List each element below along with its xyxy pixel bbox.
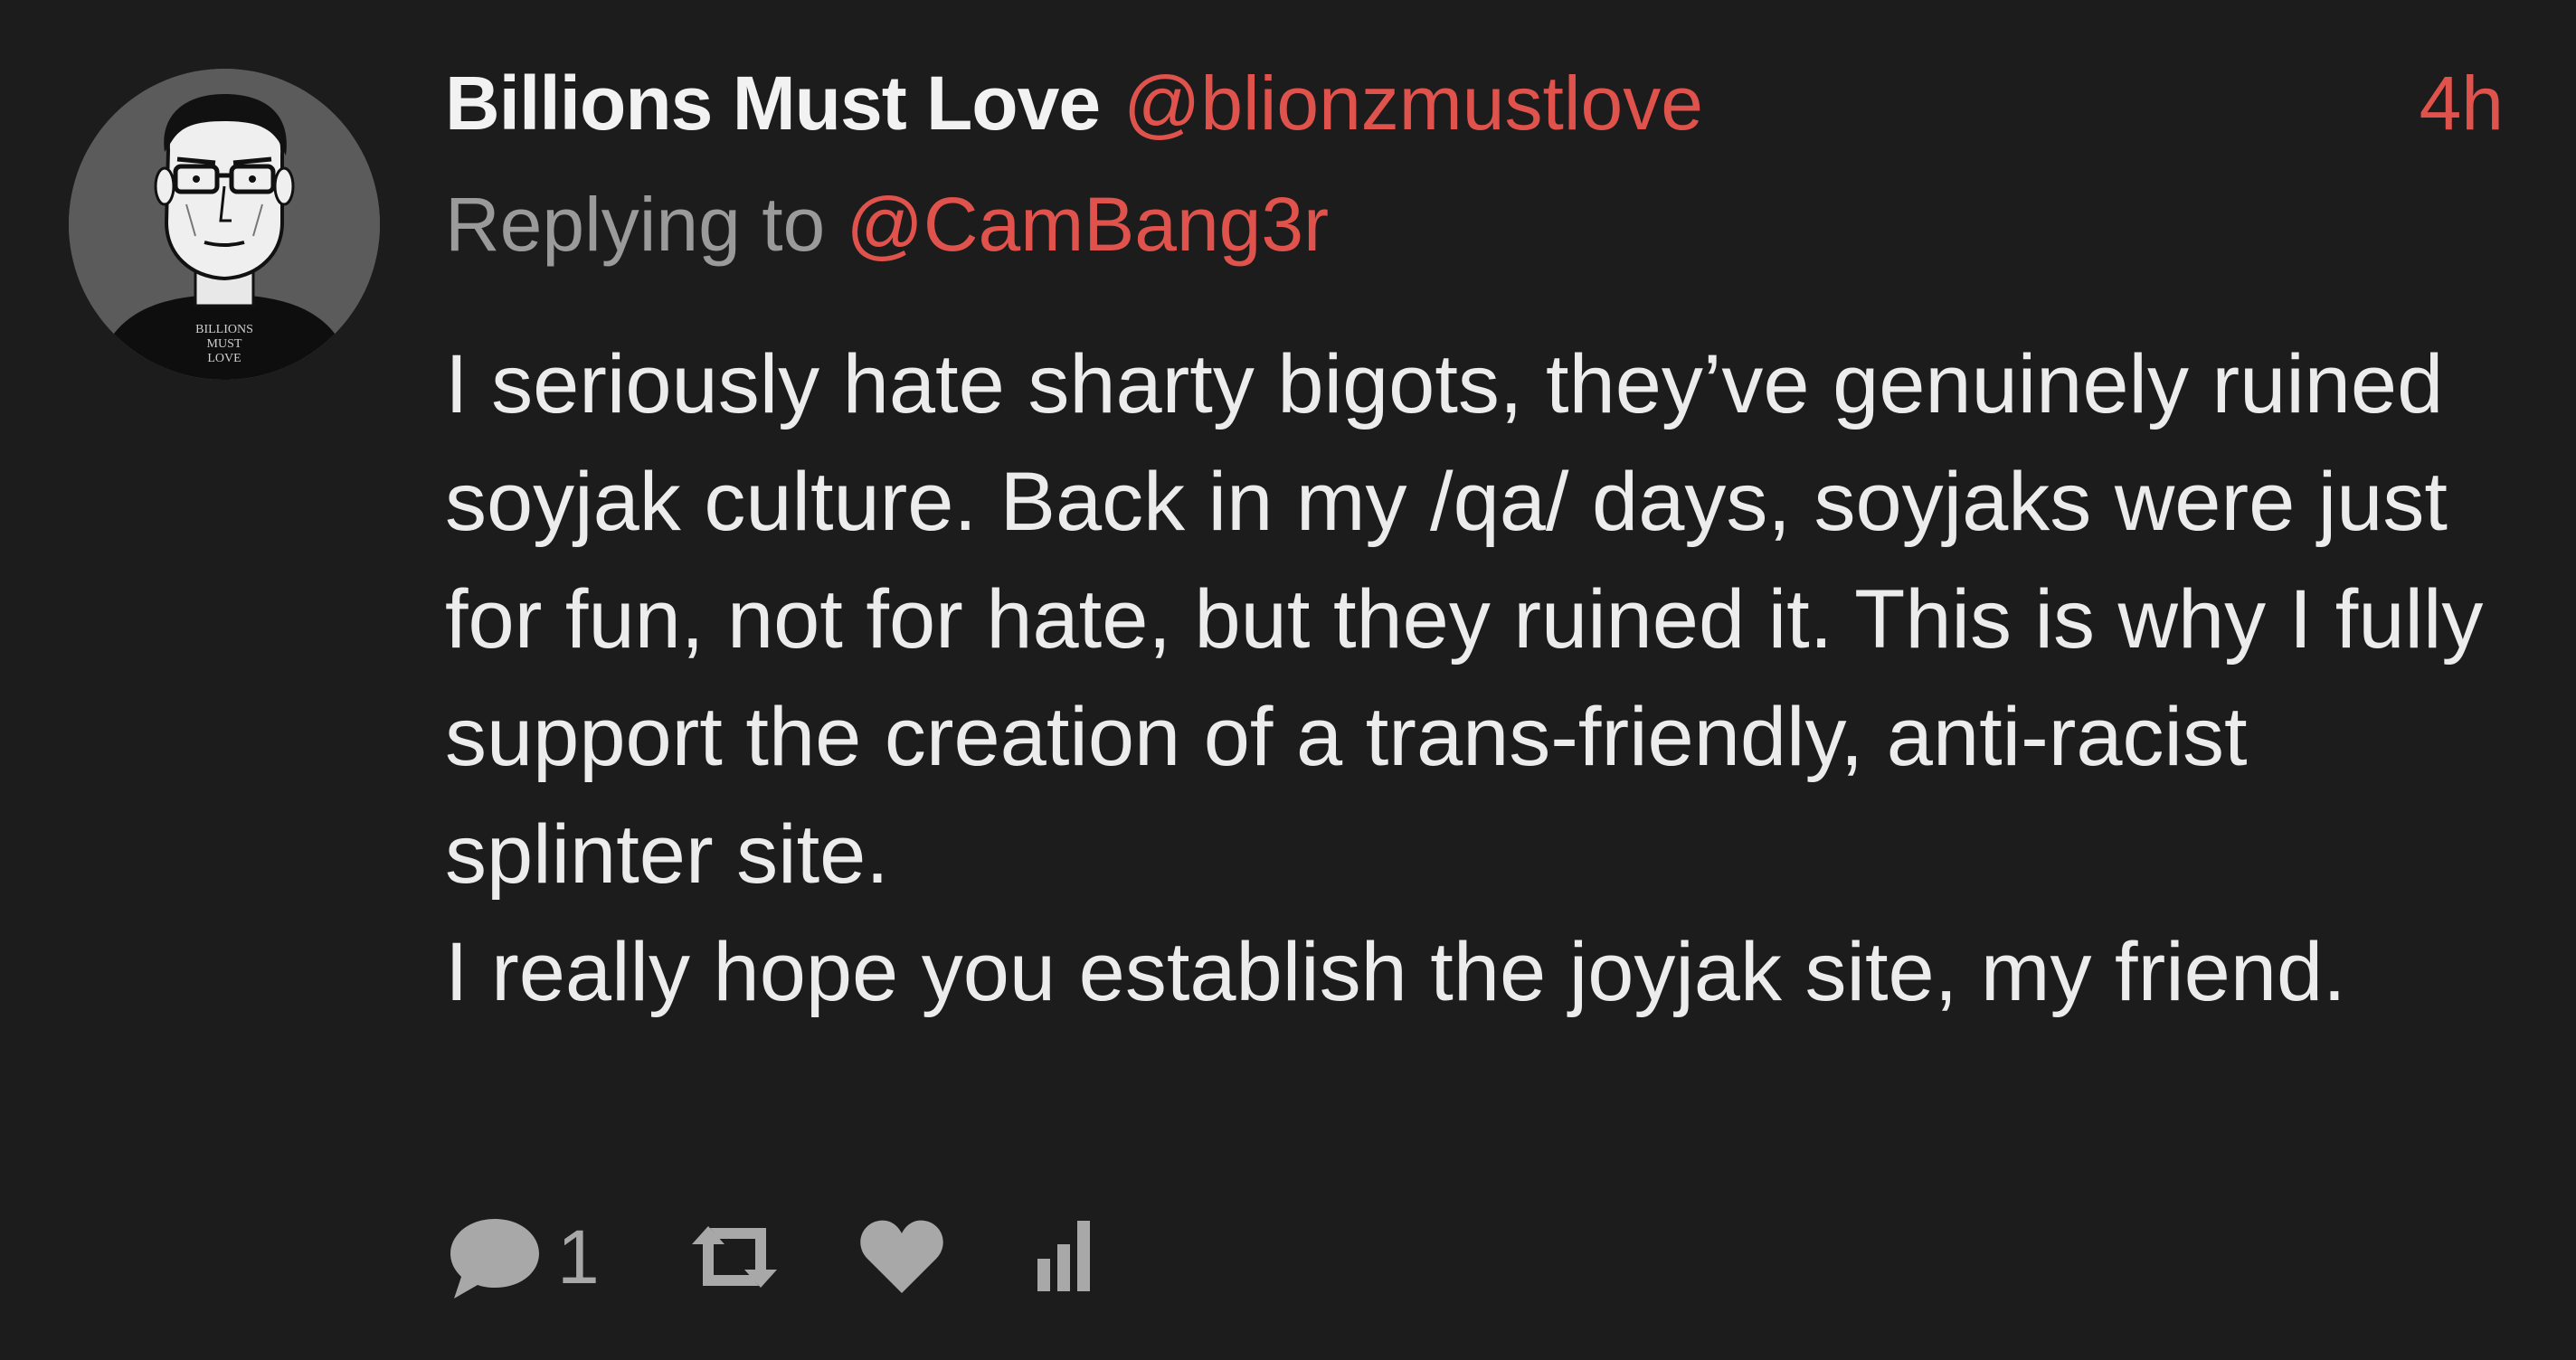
replying-to-line: Replying to @CamBang3r xyxy=(445,181,1329,269)
like-icon xyxy=(860,1220,943,1293)
replying-to-label: Replying to xyxy=(445,182,826,267)
avatar-shirt-line-1: BILLIONS xyxy=(195,323,253,336)
avatar[interactable]: BILLIONS MUST LOVE xyxy=(69,69,380,380)
tweet-card: BILLIONS MUST LOVE Billions Must Love @b… xyxy=(0,0,2576,1360)
avatar-shirt-line-2: MUST xyxy=(207,337,242,351)
tweet-body-paragraph-2: I really hope you establish the joyjak s… xyxy=(445,926,2346,1018)
replying-to-handle[interactable]: @CamBang3r xyxy=(847,182,1330,267)
action-bar: 1 xyxy=(445,1212,1104,1302)
tweet-header: Billions Must Love @blionzmustlove xyxy=(445,60,1703,159)
tweet-body: I seriously hate sharty bigots, they’ve … xyxy=(445,326,2525,1031)
tweet-body-paragraph-1: I seriously hate sharty bigots, they’ve … xyxy=(445,338,2484,901)
avatar-shirt-line-3: LOVE xyxy=(207,352,241,365)
retweet-icon xyxy=(691,1226,777,1288)
retweet-button[interactable] xyxy=(685,1212,784,1302)
display-name[interactable]: Billions Must Love xyxy=(445,60,1101,147)
reply-count: 1 xyxy=(557,1214,600,1299)
reply-icon xyxy=(450,1219,539,1299)
analytics-button[interactable] xyxy=(1032,1212,1104,1302)
like-button[interactable] xyxy=(857,1212,947,1302)
analytics-icon xyxy=(1037,1221,1090,1291)
avatar-image: BILLIONS MUST LOVE xyxy=(69,69,380,380)
reply-button[interactable]: 1 xyxy=(445,1212,600,1302)
timestamp[interactable]: 4h xyxy=(2420,60,2504,147)
user-handle[interactable]: @blionzmustlove xyxy=(1123,60,1703,147)
